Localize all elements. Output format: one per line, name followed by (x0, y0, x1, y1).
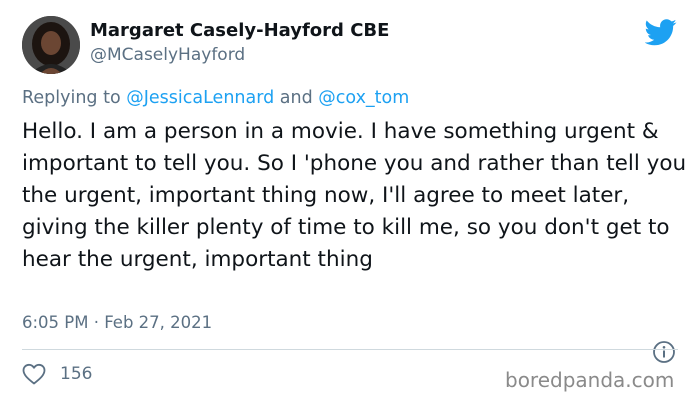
mention-jessicalennard[interactable]: @JessicaLennard (126, 88, 274, 108)
avatar-image (22, 16, 80, 74)
tweet-text: Hello. I am a person in a movie. I have … (22, 119, 687, 272)
mention-cox-tom[interactable]: @cox_tom (318, 88, 409, 108)
tweet-timestamp[interactable]: 6:05 PM · Feb 27, 2021 (22, 313, 212, 332)
like-count: 156 (60, 364, 93, 384)
replying-prefix: Replying to (22, 88, 127, 108)
info-icon[interactable] (652, 340, 676, 364)
author-handle[interactable]: @MCaselyHayford (90, 45, 245, 65)
twitter-bird-icon[interactable] (645, 19, 677, 46)
watermark: boredpanda.com (505, 368, 675, 392)
heart-icon[interactable] (22, 363, 46, 385)
author-name[interactable]: Margaret Casely-Hayford CBE (90, 20, 389, 41)
divider (22, 349, 678, 350)
avatar[interactable] (22, 16, 80, 74)
replying-joiner: and (274, 88, 319, 108)
replying-to: Replying to @JessicaLennard and @cox_tom (22, 88, 409, 108)
